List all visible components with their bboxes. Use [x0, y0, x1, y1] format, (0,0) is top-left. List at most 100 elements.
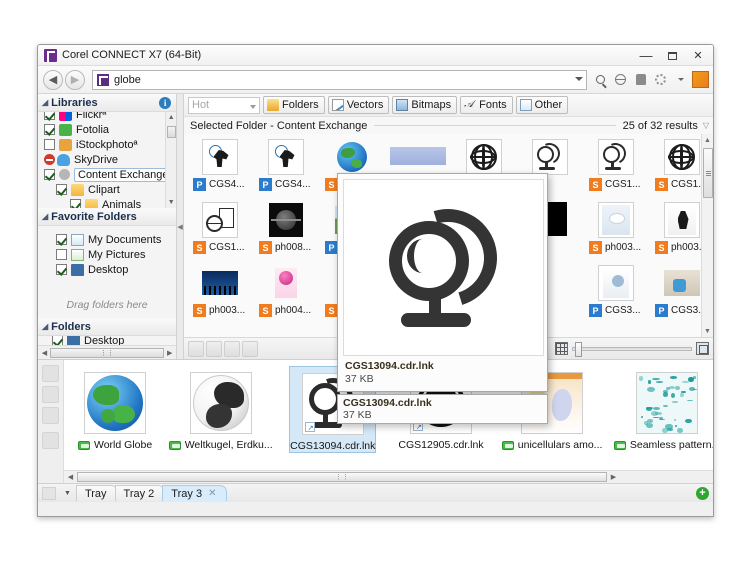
libraries-panel-header[interactable]: ◢ Libraries i [38, 94, 177, 112]
result-item[interactable]: P CGS4... [254, 137, 317, 200]
filter-button-other[interactable]: Other [515, 96, 569, 114]
checkbox-icon[interactable] [44, 112, 55, 120]
sidebar-horizontal-scrollbar[interactable]: ◀ ⋮⋮ ▶ [38, 345, 177, 359]
info-icon[interactable]: i [159, 97, 172, 109]
tray-import-icon[interactable] [42, 386, 59, 403]
scroll-thumb[interactable] [703, 148, 713, 198]
filter-button-bitmaps[interactable]: Bitmaps [392, 96, 458, 114]
scroll-down-icon[interactable]: ▼ [166, 197, 176, 208]
scroll-down-icon[interactable]: ▼ [702, 325, 713, 337]
scroll-thumb[interactable]: ⋮⋮ [50, 347, 165, 358]
close-icon[interactable]: ✕ [208, 488, 216, 499]
globe-icon[interactable] [612, 71, 629, 89]
checkbox-icon[interactable] [44, 169, 55, 180]
scroll-left-icon[interactable]: ◀ [64, 473, 77, 481]
tray-collapse-icon[interactable] [42, 487, 56, 500]
checkbox-icon[interactable] [44, 139, 55, 150]
filter-button-vectors[interactable]: Vectors [327, 96, 390, 114]
favorite-folders-panel-header[interactable]: ◢ Favorite Folders [38, 208, 177, 226]
checkbox-icon[interactable] [44, 124, 55, 135]
tray-tab-2[interactable]: Tray 2 [114, 485, 166, 501]
scroll-up-icon[interactable]: ▲ [166, 112, 176, 123]
source-select[interactable]: Hot [188, 96, 260, 114]
result-item[interactable]: P CGS4... [188, 137, 251, 200]
result-item[interactable]: S CGS1... [188, 200, 251, 263]
scroll-thumb[interactable]: ⋮⋮ [77, 472, 607, 482]
checkbox-icon[interactable] [56, 249, 67, 260]
scroll-right-icon[interactable]: ▶ [164, 349, 175, 357]
scroll-left-icon[interactable]: ◀ [39, 349, 50, 357]
tray-item-world-globe[interactable]: World Globe [78, 366, 152, 453]
folders-panel-header[interactable]: ◢ Folders [38, 318, 177, 336]
libraries-scrollbar[interactable]: ▲ ▼ [165, 112, 177, 208]
thumbnail [268, 202, 304, 238]
thumbnail-size-slider[interactable] [572, 341, 692, 357]
copy-icon[interactable] [224, 340, 240, 357]
minimize-button[interactable]: — [633, 46, 659, 65]
result-item[interactable]: Sph003... [188, 263, 251, 326]
checkbox-icon[interactable] [56, 234, 67, 245]
checkbox-icon[interactable] [56, 184, 67, 195]
settings-chevron-icon[interactable] [672, 71, 689, 89]
tray-item-seamless-pattern[interactable]: Seamless pattern... [613, 366, 713, 453]
scroll-thumb[interactable] [167, 126, 177, 138]
chevron-down-icon[interactable]: ▽ [703, 121, 709, 130]
gear-icon[interactable] [652, 71, 669, 89]
chevron-down-icon[interactable] [250, 104, 256, 109]
checkbox-icon[interactable] [70, 199, 81, 208]
tree-item-skydrive[interactable]: SkyDrive [42, 152, 176, 167]
favorite-item-desktop[interactable]: Desktop [42, 262, 176, 277]
tabs-overflow-icon[interactable]: ▼ [64, 490, 71, 497]
paste-icon[interactable] [242, 340, 258, 357]
tree-item-istockphoto[interactable]: iStockphotoª [42, 137, 176, 152]
maximize-button[interactable] [659, 46, 685, 65]
large-thumbnails-icon[interactable] [696, 342, 709, 355]
filter-button-fonts[interactable]: 𝒜 Fonts [460, 96, 513, 114]
forward-button[interactable]: ▶ [65, 69, 85, 90]
small-thumbnails-icon[interactable] [555, 342, 568, 355]
favorite-item-my-pictures[interactable]: My Pictures [42, 247, 176, 262]
sidebar-collapse-handle[interactable]: ◀ [177, 94, 184, 359]
tree-item-clipart[interactable]: Clipart [42, 182, 176, 197]
checkbox-icon[interactable] [52, 336, 63, 345]
slider-knob[interactable] [575, 341, 582, 357]
scroll-up-icon[interactable]: ▲ [702, 134, 713, 146]
result-item[interactable]: Sph008... [254, 200, 317, 263]
scroll-right-icon[interactable]: ▶ [607, 473, 620, 481]
tab-label: Tray [84, 487, 107, 500]
search-input[interactable]: globe [92, 69, 587, 90]
result-item[interactable]: Sph003... [584, 200, 647, 263]
chevron-down-icon[interactable] [575, 76, 583, 81]
search-icon[interactable] [592, 71, 609, 89]
tray-horizontal-scrollbar[interactable]: ◀ ⋮⋮ ▶ [64, 470, 713, 483]
result-item[interactable]: Sph004... [254, 263, 317, 326]
tray-search-icon[interactable] [42, 407, 59, 424]
upload-icon[interactable] [632, 71, 649, 89]
tree-item-flickr[interactable]: Flickrª [42, 112, 176, 122]
close-button[interactable]: ✕ [685, 46, 711, 65]
tray-item-weltkugel[interactable]: Weltkugel, Erdku... [168, 366, 273, 453]
filter-button-folders[interactable]: Folders [263, 96, 325, 114]
add-tray-button[interactable]: + [696, 486, 709, 500]
tree-item-fotolia[interactable]: Fotolia [42, 122, 176, 137]
tray-tab-3[interactable]: Tray 3 ✕ [162, 485, 228, 501]
tree-item-animals[interactable]: Animals [42, 197, 176, 208]
result-item[interactable]: P CGS3... [584, 263, 647, 326]
collapse-triangle-icon[interactable]: ◢ [42, 212, 48, 221]
import-icon[interactable] [206, 340, 222, 357]
tray-export-icon[interactable] [42, 365, 59, 382]
window-title: Corel CONNECT X7 (64-Bit) [62, 49, 202, 61]
corel-launch-icon[interactable] [692, 71, 709, 89]
result-item[interactable]: S CGS1... [584, 137, 647, 200]
checkbox-icon[interactable] [56, 264, 67, 275]
favorite-item-my-documents[interactable]: My Documents [42, 232, 176, 247]
folders-item-desktop[interactable]: Desktop [38, 336, 176, 345]
results-scrollbar[interactable]: ▲ ▼ [701, 134, 713, 337]
tree-item-content-exchange[interactable]: Content Exchange [42, 167, 176, 182]
collapse-triangle-icon[interactable]: ◢ [42, 98, 48, 107]
export-icon[interactable] [188, 340, 204, 357]
tray-clear-icon[interactable] [42, 432, 59, 449]
collapse-triangle-icon[interactable]: ◢ [42, 322, 48, 331]
back-button[interactable]: ◀ [43, 69, 63, 90]
tray-tab-1[interactable]: Tray [75, 485, 118, 501]
